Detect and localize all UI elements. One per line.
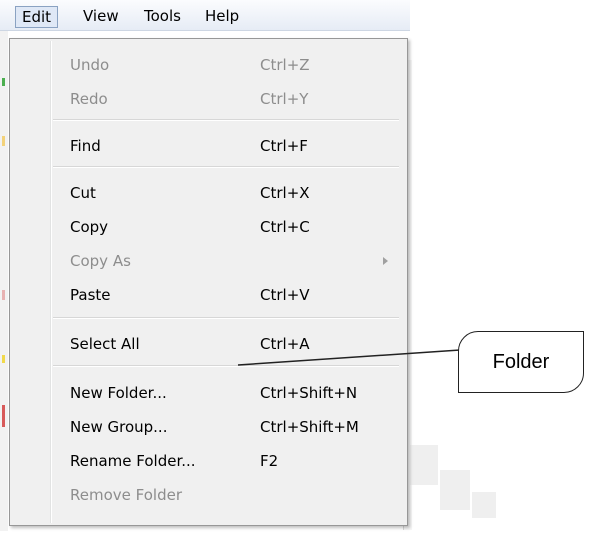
callout-text: Folder <box>492 351 550 373</box>
callout-box: Folder <box>458 331 584 393</box>
callout-pointer-line <box>237 349 461 366</box>
